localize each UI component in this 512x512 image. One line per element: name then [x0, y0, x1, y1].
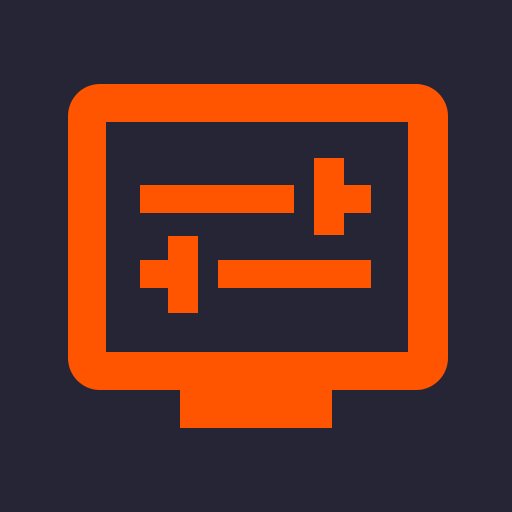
- slider-top-knob-tab: [344, 185, 371, 213]
- slider-top-knob-stem: [314, 158, 344, 235]
- monitor-settings-icon: [0, 0, 512, 512]
- app-icon-canvas: [0, 0, 512, 512]
- slider-bottom-track: [218, 260, 371, 288]
- slider-bottom-knob-stem: [168, 236, 198, 313]
- slider-bottom-knob-tab: [140, 260, 168, 288]
- monitor-stand: [180, 388, 332, 428]
- slider-top-track: [140, 185, 294, 213]
